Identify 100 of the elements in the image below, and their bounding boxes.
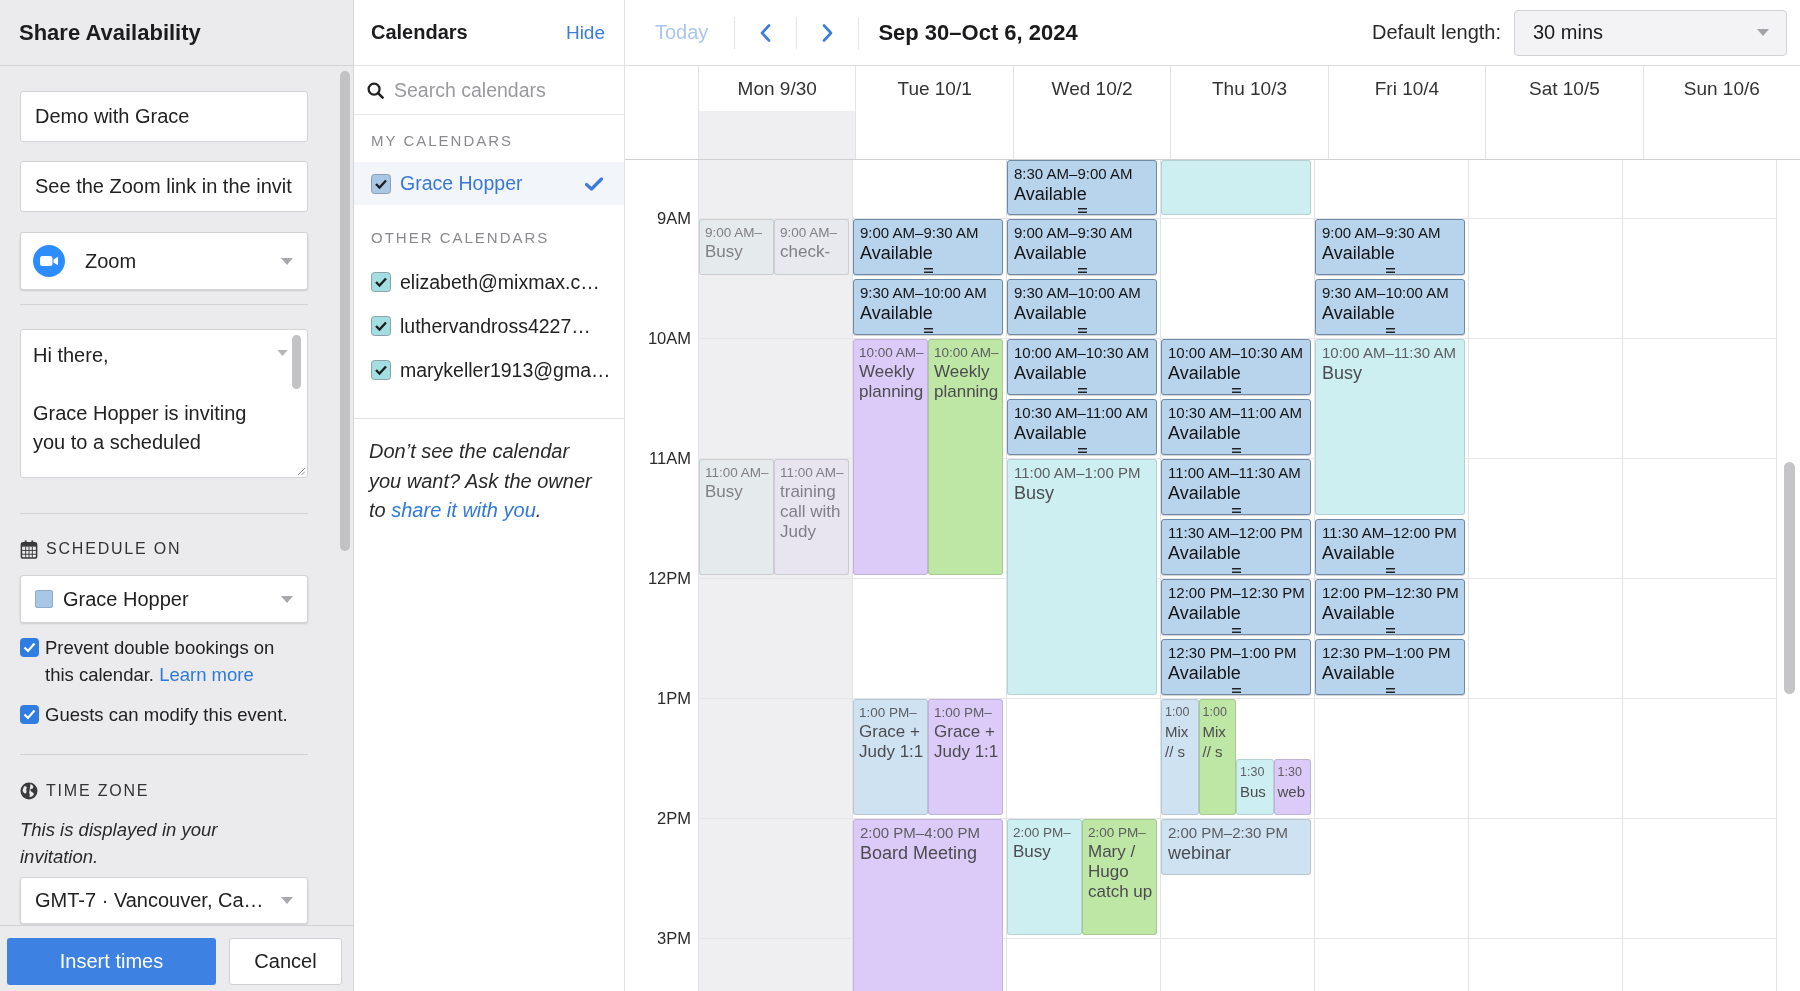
time-label: 3PM: [657, 928, 691, 948]
checkbox[interactable]: [371, 173, 391, 194]
scrollbar-thumb[interactable]: [340, 71, 350, 551]
event-time: 11:30 AM–12:00 PM: [1168, 523, 1304, 542]
event-title: Busy: [1014, 482, 1056, 504]
event-block[interactable]: 10:00 AM–10:30 AM Available: [1007, 339, 1157, 395]
drag-handle-icon[interactable]: [923, 268, 933, 273]
checkbox[interactable]: [20, 705, 39, 724]
event-block[interactable]: 2:00 PM–2:30 PM webinar: [1161, 819, 1311, 875]
section-heading: TIME ZONE: [46, 782, 150, 800]
drag-handle-icon[interactable]: [1077, 388, 1087, 393]
event-title: Available: [1322, 542, 1396, 564]
event-time: 10:00 AM–: [859, 344, 925, 362]
event-block[interactable]: 8:30 AM–9:00 AM Available: [1007, 160, 1157, 215]
drag-handle-icon[interactable]: [1385, 688, 1395, 693]
submit-button[interactable]: Insert times: [7, 938, 216, 985]
conferencing-select[interactable]: Zoom: [20, 232, 308, 290]
drag-handle-icon[interactable]: [1231, 628, 1241, 633]
event-block[interactable]: 10:30 AM–11:00 AM Available: [1161, 399, 1311, 455]
drag-handle-icon[interactable]: [1077, 208, 1087, 213]
length-select[interactable]: 30 mins: [1514, 9, 1787, 56]
checkbox[interactable]: [371, 360, 391, 380]
title-input[interactable]: Demo with Grace: [20, 91, 308, 142]
calendar-item[interactable]: elizabeth@mixmax.c…: [354, 260, 624, 304]
event-title: Mix // s: [1202, 722, 1227, 762]
timezone-select[interactable]: GMT-7 · Vancouver, Ca…: [20, 877, 308, 924]
checkbox[interactable]: [20, 638, 39, 657]
event-block[interactable]: 9:30 AM–10:00 AM Available: [1007, 279, 1157, 335]
share-link[interactable]: share it with you: [391, 499, 536, 521]
event-block[interactable]: 9:00 AM–9:30 AM Available: [1007, 219, 1157, 275]
calendar-icon: [20, 539, 38, 559]
event-block[interactable]: 9:00 AM–9:30 AM Available: [1315, 219, 1465, 275]
drag-handle-icon[interactable]: [1385, 628, 1395, 633]
caret-icon: [281, 595, 293, 603]
event-block[interactable]: 1:30 Bus: [1236, 759, 1274, 815]
event-block[interactable]: 10:00 AM–10:30 AM Available: [1161, 339, 1311, 395]
event-block[interactable]: 1:30 web: [1273, 759, 1311, 815]
drag-handle-icon[interactable]: [1385, 328, 1395, 333]
checkbox[interactable]: [371, 272, 391, 292]
drag-handle-icon[interactable]: [1231, 388, 1241, 393]
calendar-item[interactable]: luthervandross4227…: [354, 304, 624, 348]
learn-more-link[interactable]: Learn more: [159, 664, 254, 685]
event-block[interactable]: 10:00 AM–11:30 AM Busy: [1315, 339, 1465, 515]
drag-handle-icon[interactable]: [1231, 568, 1241, 573]
message-field[interactable]: Hi there, Grace Hopper is inviting you to a scheduled: [20, 329, 308, 478]
event-block[interactable]: 2:00 PM– Busy: [1007, 819, 1082, 935]
drag-handle-icon[interactable]: [1385, 268, 1395, 273]
scrollbar-thumb[interactable]: [292, 335, 301, 389]
day-header: Sun 10/6: [1683, 77, 1760, 100]
hide-link[interactable]: Hide: [565, 21, 605, 44]
calendar-item[interactable]: marykeller1913@gma…: [354, 348, 624, 392]
day-header: Fri 10/4: [1374, 77, 1440, 100]
calendar-item[interactable]: Grace Hopper: [354, 162, 624, 205]
event-block[interactable]: 11:30 AM–12:00 PM Available: [1161, 519, 1311, 575]
drag-handle-icon[interactable]: [1077, 268, 1087, 273]
event-block[interactable]: 11:00 AM–11:30 AM Available: [1161, 459, 1311, 515]
event-title: Weekly planning: [859, 362, 925, 402]
event-block[interactable]: 2:00 PM– Mary / Hugo catch up: [1082, 819, 1157, 935]
color-swatch-icon: [35, 590, 53, 608]
event-time: 2:00 PM–4:00 PM: [860, 823, 982, 842]
event-block[interactable]: 9:00 AM–9:30 AM Available: [853, 219, 1003, 275]
drag-handle-icon[interactable]: [1231, 448, 1241, 453]
calendar-select[interactable]: Grace Hopper: [20, 575, 308, 623]
event-title: web: [1277, 782, 1307, 802]
event-block[interactable]: 1:00 PM– Grace + Judy 1:1: [853, 699, 928, 815]
event-block[interactable]: 1:00 Mix // s: [1161, 699, 1199, 815]
event-time: 11:00 AM–: [705, 464, 770, 482]
location-input[interactable]: See the Zoom link in the invit: [20, 161, 308, 212]
caret-icon: [1757, 29, 1769, 36]
event-title: Available: [1014, 362, 1088, 384]
event-block[interactable]: 11:30 AM–12:00 PM Available: [1315, 519, 1465, 575]
drag-handle-icon[interactable]: [1077, 328, 1087, 333]
event-block[interactable]: 1:00 PM– Grace + Judy 1:1: [928, 699, 1003, 815]
scrollbar-thumb[interactable]: [1784, 462, 1795, 694]
event-block[interactable]: 12:30 PM–1:00 PM Available: [1161, 639, 1311, 695]
event-time: 12:30 PM–1:00 PM: [1168, 643, 1298, 662]
event-block[interactable]: 2:00 PM–4:00 PM Board Meeting: [853, 819, 1003, 991]
event-time: 9:00 AM–: [705, 224, 764, 242]
event-block[interactable]: 10:00 AM– Weekly planning: [853, 339, 928, 575]
event-block[interactable]: 9:30 AM–10:00 AM Available: [1315, 279, 1465, 335]
event-title: webinar: [1168, 842, 1233, 864]
event-block[interactable]: 10:00 AM– Weekly planning: [928, 339, 1003, 575]
event-block[interactable]: 1:00 Mix // s: [1198, 699, 1236, 815]
event-title: Available: [1168, 542, 1242, 564]
cancel-button[interactable]: Cancel: [229, 938, 342, 985]
event-time: 9:00 AM–9:30 AM: [1322, 223, 1442, 242]
event-block[interactable]: 12:30 PM–1:00 PM Available: [1315, 639, 1465, 695]
drag-handle-icon[interactable]: [1385, 568, 1395, 573]
drag-handle-icon[interactable]: [1231, 508, 1241, 513]
drag-handle-icon[interactable]: [923, 328, 933, 333]
resize-handle-icon[interactable]: [297, 467, 305, 475]
checkbox[interactable]: [371, 316, 391, 336]
event-block[interactable]: 9:30 AM–10:00 AM Available: [853, 279, 1003, 335]
event-block[interactable]: 12:00 PM–12:30 PM Available: [1315, 579, 1465, 635]
event-block[interactable]: 11:00 AM–1:00 PM Busy: [1007, 459, 1157, 695]
event-block[interactable]: 10:30 AM–11:00 AM Available: [1007, 399, 1157, 455]
drag-handle-icon[interactable]: [1077, 448, 1087, 453]
event-block[interactable]: 12:00 PM–12:30 PM Available: [1161, 579, 1311, 635]
date-range-title: Sep 30–Oct 6, 2024: [878, 19, 1078, 46]
drag-handle-icon[interactable]: [1231, 688, 1241, 693]
